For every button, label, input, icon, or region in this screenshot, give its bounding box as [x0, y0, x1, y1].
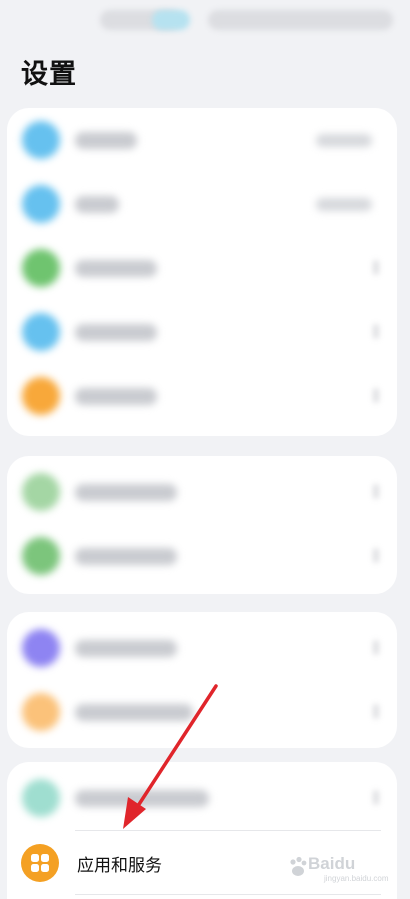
item-icon	[22, 693, 60, 731]
paw-icon	[290, 856, 307, 876]
settings-group-1	[7, 108, 397, 436]
item-icon	[22, 779, 60, 817]
item-icon	[22, 629, 60, 667]
item-icon	[22, 313, 60, 351]
item-label-blurred	[75, 704, 193, 721]
settings-item[interactable]	[7, 616, 397, 680]
apps-and-services-label: 应用和服务	[77, 856, 162, 876]
chevron-right-icon	[373, 790, 379, 805]
baidu-watermark: Baidu jingyan.baidu.com	[288, 850, 388, 886]
chevron-right-icon	[373, 484, 379, 499]
item-value-blurred	[316, 198, 372, 211]
item-icon	[22, 249, 60, 287]
item-icon	[22, 185, 60, 223]
settings-item[interactable]	[7, 364, 397, 428]
chevron-right-icon	[373, 548, 379, 563]
settings-item[interactable]	[7, 236, 397, 300]
status-bar-blur-accent	[152, 10, 190, 30]
chevron-right-icon	[373, 704, 379, 719]
settings-group-2	[7, 456, 397, 594]
item-icon	[22, 473, 60, 511]
settings-item[interactable]	[7, 766, 397, 830]
status-bar-blur-right	[208, 10, 393, 30]
settings-item[interactable]	[7, 172, 397, 236]
watermark-sub: jingyan.baidu.com	[324, 874, 389, 883]
settings-group-3	[7, 612, 397, 748]
item-label-blurred	[75, 484, 177, 501]
item-label-blurred	[75, 790, 209, 807]
item-value-blurred	[316, 134, 372, 147]
item-label-blurred	[75, 640, 177, 657]
settings-item[interactable]	[7, 300, 397, 364]
chevron-right-icon	[373, 260, 379, 275]
settings-item[interactable]	[7, 460, 397, 524]
settings-screen: 设置 应用和服务 Baidu jingyan.baidu.com	[0, 0, 410, 899]
apps-grid-icon	[21, 844, 59, 882]
status-bar	[0, 0, 410, 40]
item-label-blurred	[75, 548, 177, 565]
item-label-blurred	[75, 388, 157, 405]
chevron-right-icon	[373, 324, 379, 339]
item-icon	[22, 537, 60, 575]
item-label-blurred	[75, 132, 137, 149]
chevron-right-icon	[373, 640, 379, 655]
settings-item[interactable]	[7, 108, 397, 172]
settings-item[interactable]	[7, 680, 397, 744]
page-title: 设置	[21, 59, 77, 90]
item-label-blurred	[75, 260, 157, 277]
item-icon	[22, 377, 60, 415]
item-label-blurred	[75, 324, 157, 341]
item-label-blurred	[75, 196, 119, 213]
watermark-brand: Baidu	[308, 854, 356, 873]
chevron-right-icon	[373, 388, 379, 403]
settings-item[interactable]	[7, 524, 397, 588]
item-icon	[22, 121, 60, 159]
